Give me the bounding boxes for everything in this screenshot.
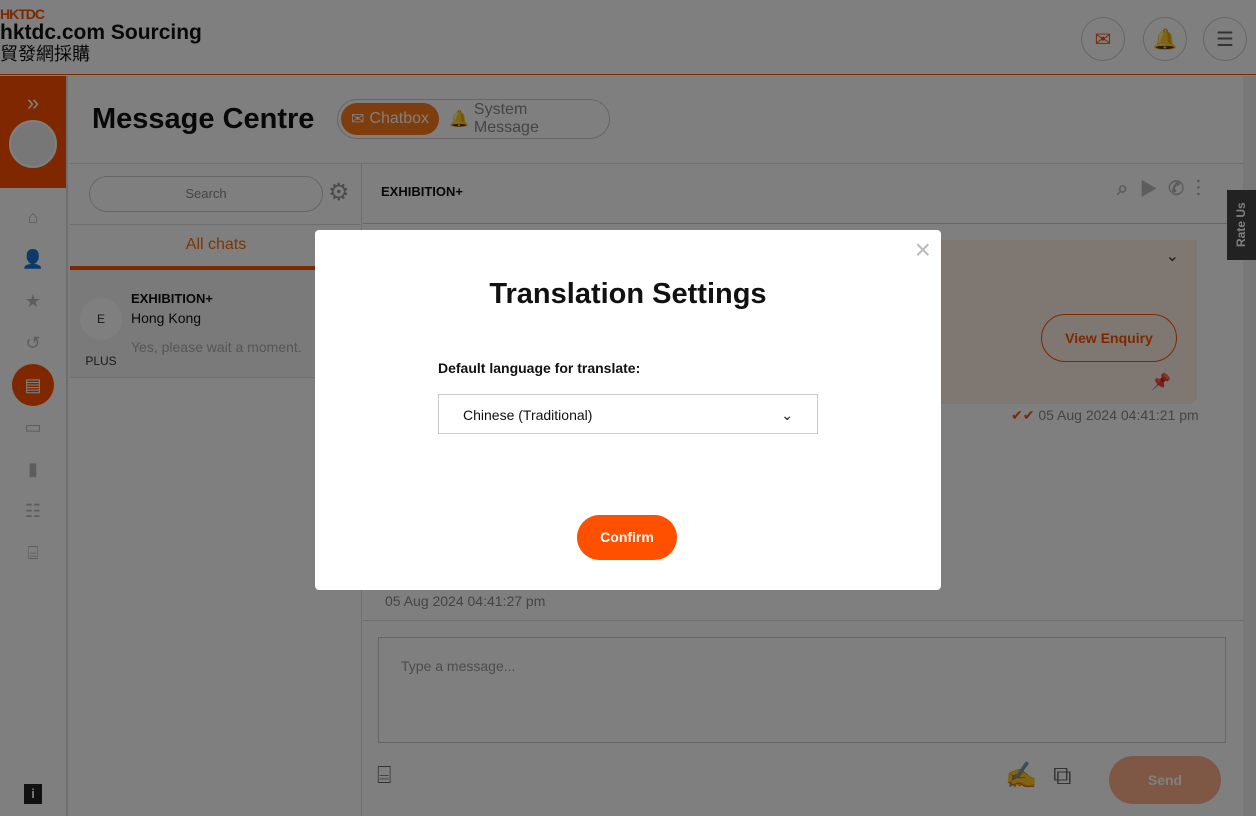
close-icon[interactable]: ×: [915, 234, 931, 266]
confirm-button[interactable]: Confirm: [577, 515, 677, 560]
dialog-title: Translation Settings: [489, 278, 767, 310]
selected-language: Chinese (Traditional): [463, 407, 593, 423]
language-label: Default language for translate:: [438, 360, 641, 376]
chevron-down-icon: ⌄: [781, 407, 793, 423]
language-select[interactable]: Chinese (Traditional) ⌄: [438, 394, 818, 434]
translation-settings-dialog: × Translation Settings Default language …: [315, 230, 941, 590]
